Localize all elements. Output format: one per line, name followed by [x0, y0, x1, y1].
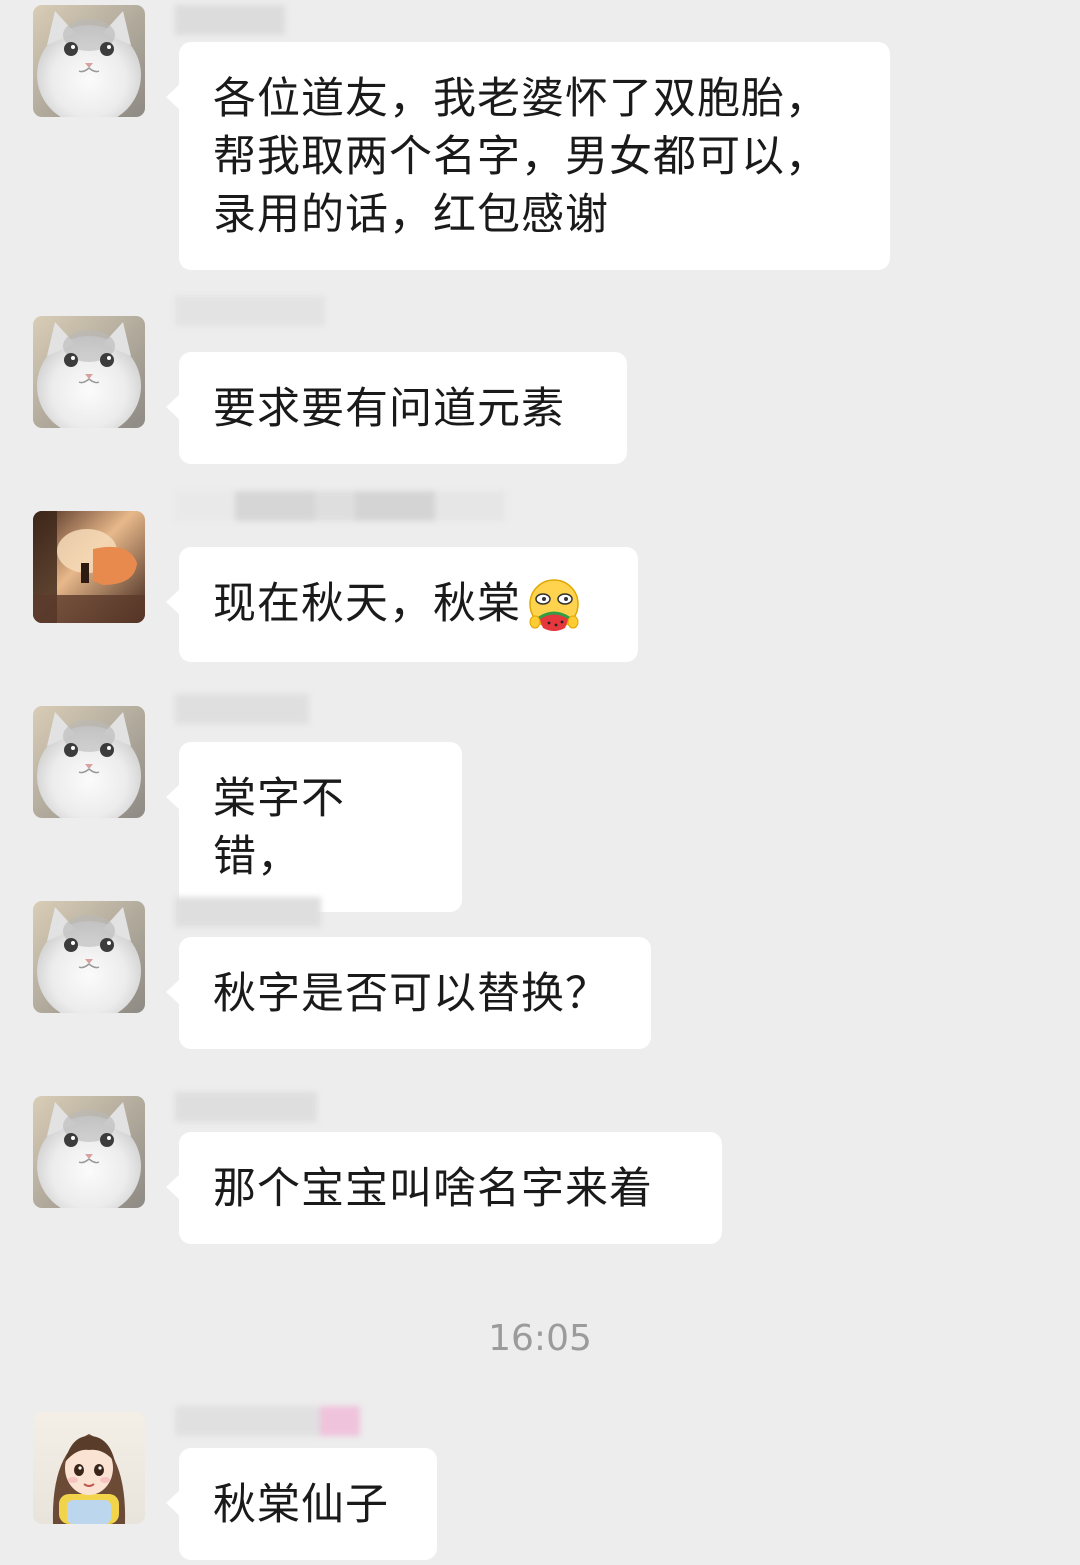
message-bubble[interactable]: 秋字是否可以替换？	[166, 937, 651, 1049]
message-bubble[interactable]: 棠字不错，	[166, 742, 462, 912]
message-bubble[interactable]: 那个宝宝叫啥名字来着	[166, 1132, 722, 1244]
message-text: 要求要有问道元素	[213, 384, 565, 434]
cat-avatar[interactable]	[33, 5, 145, 117]
cat-avatar[interactable]	[33, 1096, 145, 1208]
message-text: 那个宝宝叫啥名字来着	[213, 1164, 653, 1214]
cartoon-girl-avatar[interactable]	[33, 1412, 145, 1524]
cat-avatar-image	[33, 1096, 145, 1208]
cat-avatar[interactable]	[33, 901, 145, 1013]
cat-avatar-image	[33, 5, 145, 117]
message-text: 现在秋天，秋棠	[213, 579, 521, 629]
message-text: 各位道友，我老婆怀了双胞胎，帮我取两个名字，男女都可以，录用的话，红包感谢	[213, 74, 829, 240]
sunset-hand-avatar-image	[33, 511, 145, 623]
cat-avatar[interactable]	[33, 316, 145, 428]
cat-avatar-image	[33, 316, 145, 428]
cartoon-girl-avatar-image	[33, 1412, 145, 1524]
message-bubble[interactable]: 秋棠仙子	[166, 1448, 437, 1560]
cat-avatar-image	[33, 901, 145, 1013]
timestamp: 16:05	[488, 1318, 592, 1359]
sender-name-blurred	[175, 694, 309, 724]
sunset-hand-avatar[interactable]	[33, 511, 145, 623]
sender-name-blurred	[175, 491, 505, 521]
sender-name-blurred	[175, 1406, 365, 1436]
cat-avatar-image	[33, 706, 145, 818]
message-text: 棠字不错，	[213, 774, 345, 882]
sender-name-blurred	[175, 897, 321, 927]
message-bubble[interactable]: 要求要有问道元素	[166, 352, 627, 464]
message-bubble[interactable]: 现在秋天，秋棠	[166, 547, 638, 662]
sender-name-blurred	[175, 5, 285, 35]
message-text: 秋棠仙子	[213, 1480, 389, 1530]
message-bubble[interactable]: 各位道友，我老婆怀了双胞胎，帮我取两个名字，男女都可以，录用的话，红包感谢	[166, 42, 890, 270]
grinning-watermelon-emoji	[529, 578, 579, 631]
sender-name-blurred	[175, 296, 325, 326]
cat-avatar[interactable]	[33, 706, 145, 818]
sender-name-blurred	[175, 1092, 317, 1122]
message-text: 秋字是否可以替换？	[213, 969, 609, 1019]
